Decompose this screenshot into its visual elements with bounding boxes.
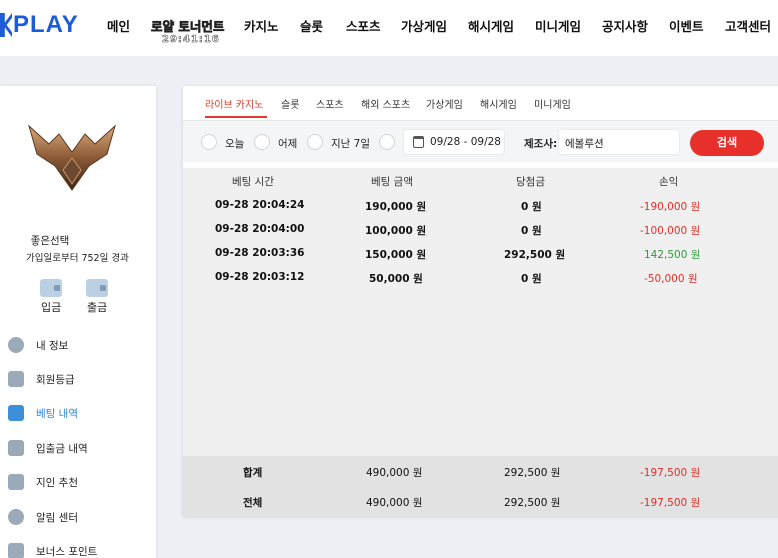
- date-range-picker[interactable]: 09/28 - 09/28: [404, 130, 504, 154]
- sidebar-item-bet-history[interactable]: 베팅 내역: [8, 403, 78, 423]
- table-row: 09-28 20:03:12 50,000 원 0 원 -50,000 원: [215, 271, 698, 285]
- nav-royal-tournament[interactable]: 로얄 토너먼트: [151, 16, 225, 35]
- tab-mini-games[interactable]: 미니게임: [534, 96, 571, 111]
- filter-bar: 오늘 어제 지난 7일 09/28 - 09/28 제조사: 에볼루션 검색: [183, 120, 778, 162]
- nav-hash-games[interactable]: 해시게임: [468, 16, 514, 35]
- table-footer: 합계 490,000 원 292,500 원 -197,500 원 전체 490…: [183, 456, 778, 516]
- sidebar-item-notifications[interactable]: 알림 센터: [8, 507, 78, 527]
- user-icon: [8, 337, 24, 353]
- radio-custom-range[interactable]: [379, 134, 395, 150]
- heart-mail-icon: [8, 474, 24, 490]
- table-body: 09-28 20:04:24 190,000 원 0 원 -190,000 원 …: [183, 194, 778, 456]
- nav-event[interactable]: 이벤트: [669, 16, 704, 35]
- nav-sports[interactable]: 스포츠: [346, 16, 381, 35]
- deposit-icon[interactable]: [40, 279, 62, 297]
- badge-icon: [8, 371, 24, 387]
- radio-yesterday-label[interactable]: 어제: [278, 136, 297, 151]
- tournament-timer: 29:41:16: [162, 34, 220, 46]
- radio-today[interactable]: [201, 134, 217, 150]
- active-tab-indicator: [205, 116, 267, 118]
- calendar-icon: [413, 136, 424, 148]
- nav-mini-games[interactable]: 미니게임: [535, 16, 581, 35]
- gift-icon: [8, 543, 24, 558]
- radio-last-7-days-label[interactable]: 지난 7일: [331, 136, 370, 151]
- wallet-icon: [8, 440, 24, 456]
- nav-main[interactable]: 메인: [107, 16, 130, 35]
- bet-history-panel: 라이브 카지노 슬롯 스포츠 해외 스포츠 가상게임 해시게임 미니게임 오늘 …: [183, 86, 778, 516]
- col-bet-amount: 베팅 금액: [371, 176, 413, 188]
- sidebar: 좋은선택 가입일로부터 752일 경과 입금 출금 내 정보 회원등급 베팅 내…: [0, 86, 156, 558]
- nav-notice[interactable]: 공지사항: [602, 16, 648, 35]
- withdraw-icon[interactable]: [86, 279, 108, 297]
- radio-yesterday[interactable]: [254, 134, 270, 150]
- nav-customer-center[interactable]: 고객센터: [725, 16, 771, 35]
- tab-overseas-sports[interactable]: 해외 스포츠: [361, 96, 410, 111]
- col-bet-time: 베팅 시간: [232, 176, 274, 188]
- deposit-label[interactable]: 입금: [41, 299, 61, 315]
- total-row: 전체 490,000 원 292,500 원 -197,500 원: [243, 497, 701, 509]
- top-nav: PLAY 메인 로얄 토너먼트 카지노 슬롯 스포츠 가상게임 해시게임 미니게…: [0, 0, 778, 56]
- nav-casino[interactable]: 카지노: [244, 16, 279, 35]
- nav-virtual-games[interactable]: 가상게임: [401, 16, 447, 35]
- tab-hash-games[interactable]: 해시게임: [480, 96, 517, 111]
- subtotal-row: 합계 490,000 원 292,500 원 -197,500 원: [243, 467, 701, 479]
- sidebar-item-transactions[interactable]: 입출금 내역: [8, 438, 88, 458]
- chat-icon: [8, 509, 24, 525]
- col-profit-loss: 손익: [659, 176, 679, 188]
- sidebar-item-bonus-points[interactable]: 보너스 포인트: [8, 541, 97, 558]
- member-since: 가입일로부터 752일 경과: [26, 253, 129, 264]
- tab-slot[interactable]: 슬롯: [281, 96, 299, 111]
- nav-slot[interactable]: 슬롯: [300, 16, 323, 35]
- table-row: 09-28 20:03:36 150,000 원 292,500 원 142,5…: [215, 247, 701, 261]
- table-row: 09-28 20:04:00 100,000 원 0 원 -100,000 원: [215, 223, 701, 237]
- withdraw-label[interactable]: 출금: [87, 299, 107, 315]
- table-header: 베팅 시간 베팅 금액 당첨금 손익: [183, 168, 778, 194]
- tab-sports[interactable]: 스포츠: [316, 96, 344, 111]
- sidebar-item-referral[interactable]: 지인 추천: [8, 472, 78, 492]
- document-icon: [8, 405, 24, 421]
- col-winnings: 당첨금: [516, 176, 545, 188]
- table-row: 09-28 20:04:24 190,000 원 0 원 -190,000 원: [215, 199, 701, 213]
- rank-emblem-icon: [28, 124, 116, 191]
- sidebar-item-my-info[interactable]: 내 정보: [8, 335, 68, 355]
- sidebar-item-member-grade[interactable]: 회원등급: [8, 369, 75, 389]
- username: 좋은선택: [30, 235, 70, 247]
- radio-last-7-days[interactable]: [307, 134, 323, 150]
- provider-label: 제조사:: [524, 138, 558, 150]
- provider-select[interactable]: 에볼루션: [559, 130, 679, 154]
- tab-virtual-games[interactable]: 가상게임: [426, 96, 463, 111]
- radio-today-label[interactable]: 오늘: [225, 136, 244, 151]
- search-button[interactable]: 검색: [690, 130, 764, 156]
- tab-live-casino[interactable]: 라이브 카지노: [205, 96, 263, 111]
